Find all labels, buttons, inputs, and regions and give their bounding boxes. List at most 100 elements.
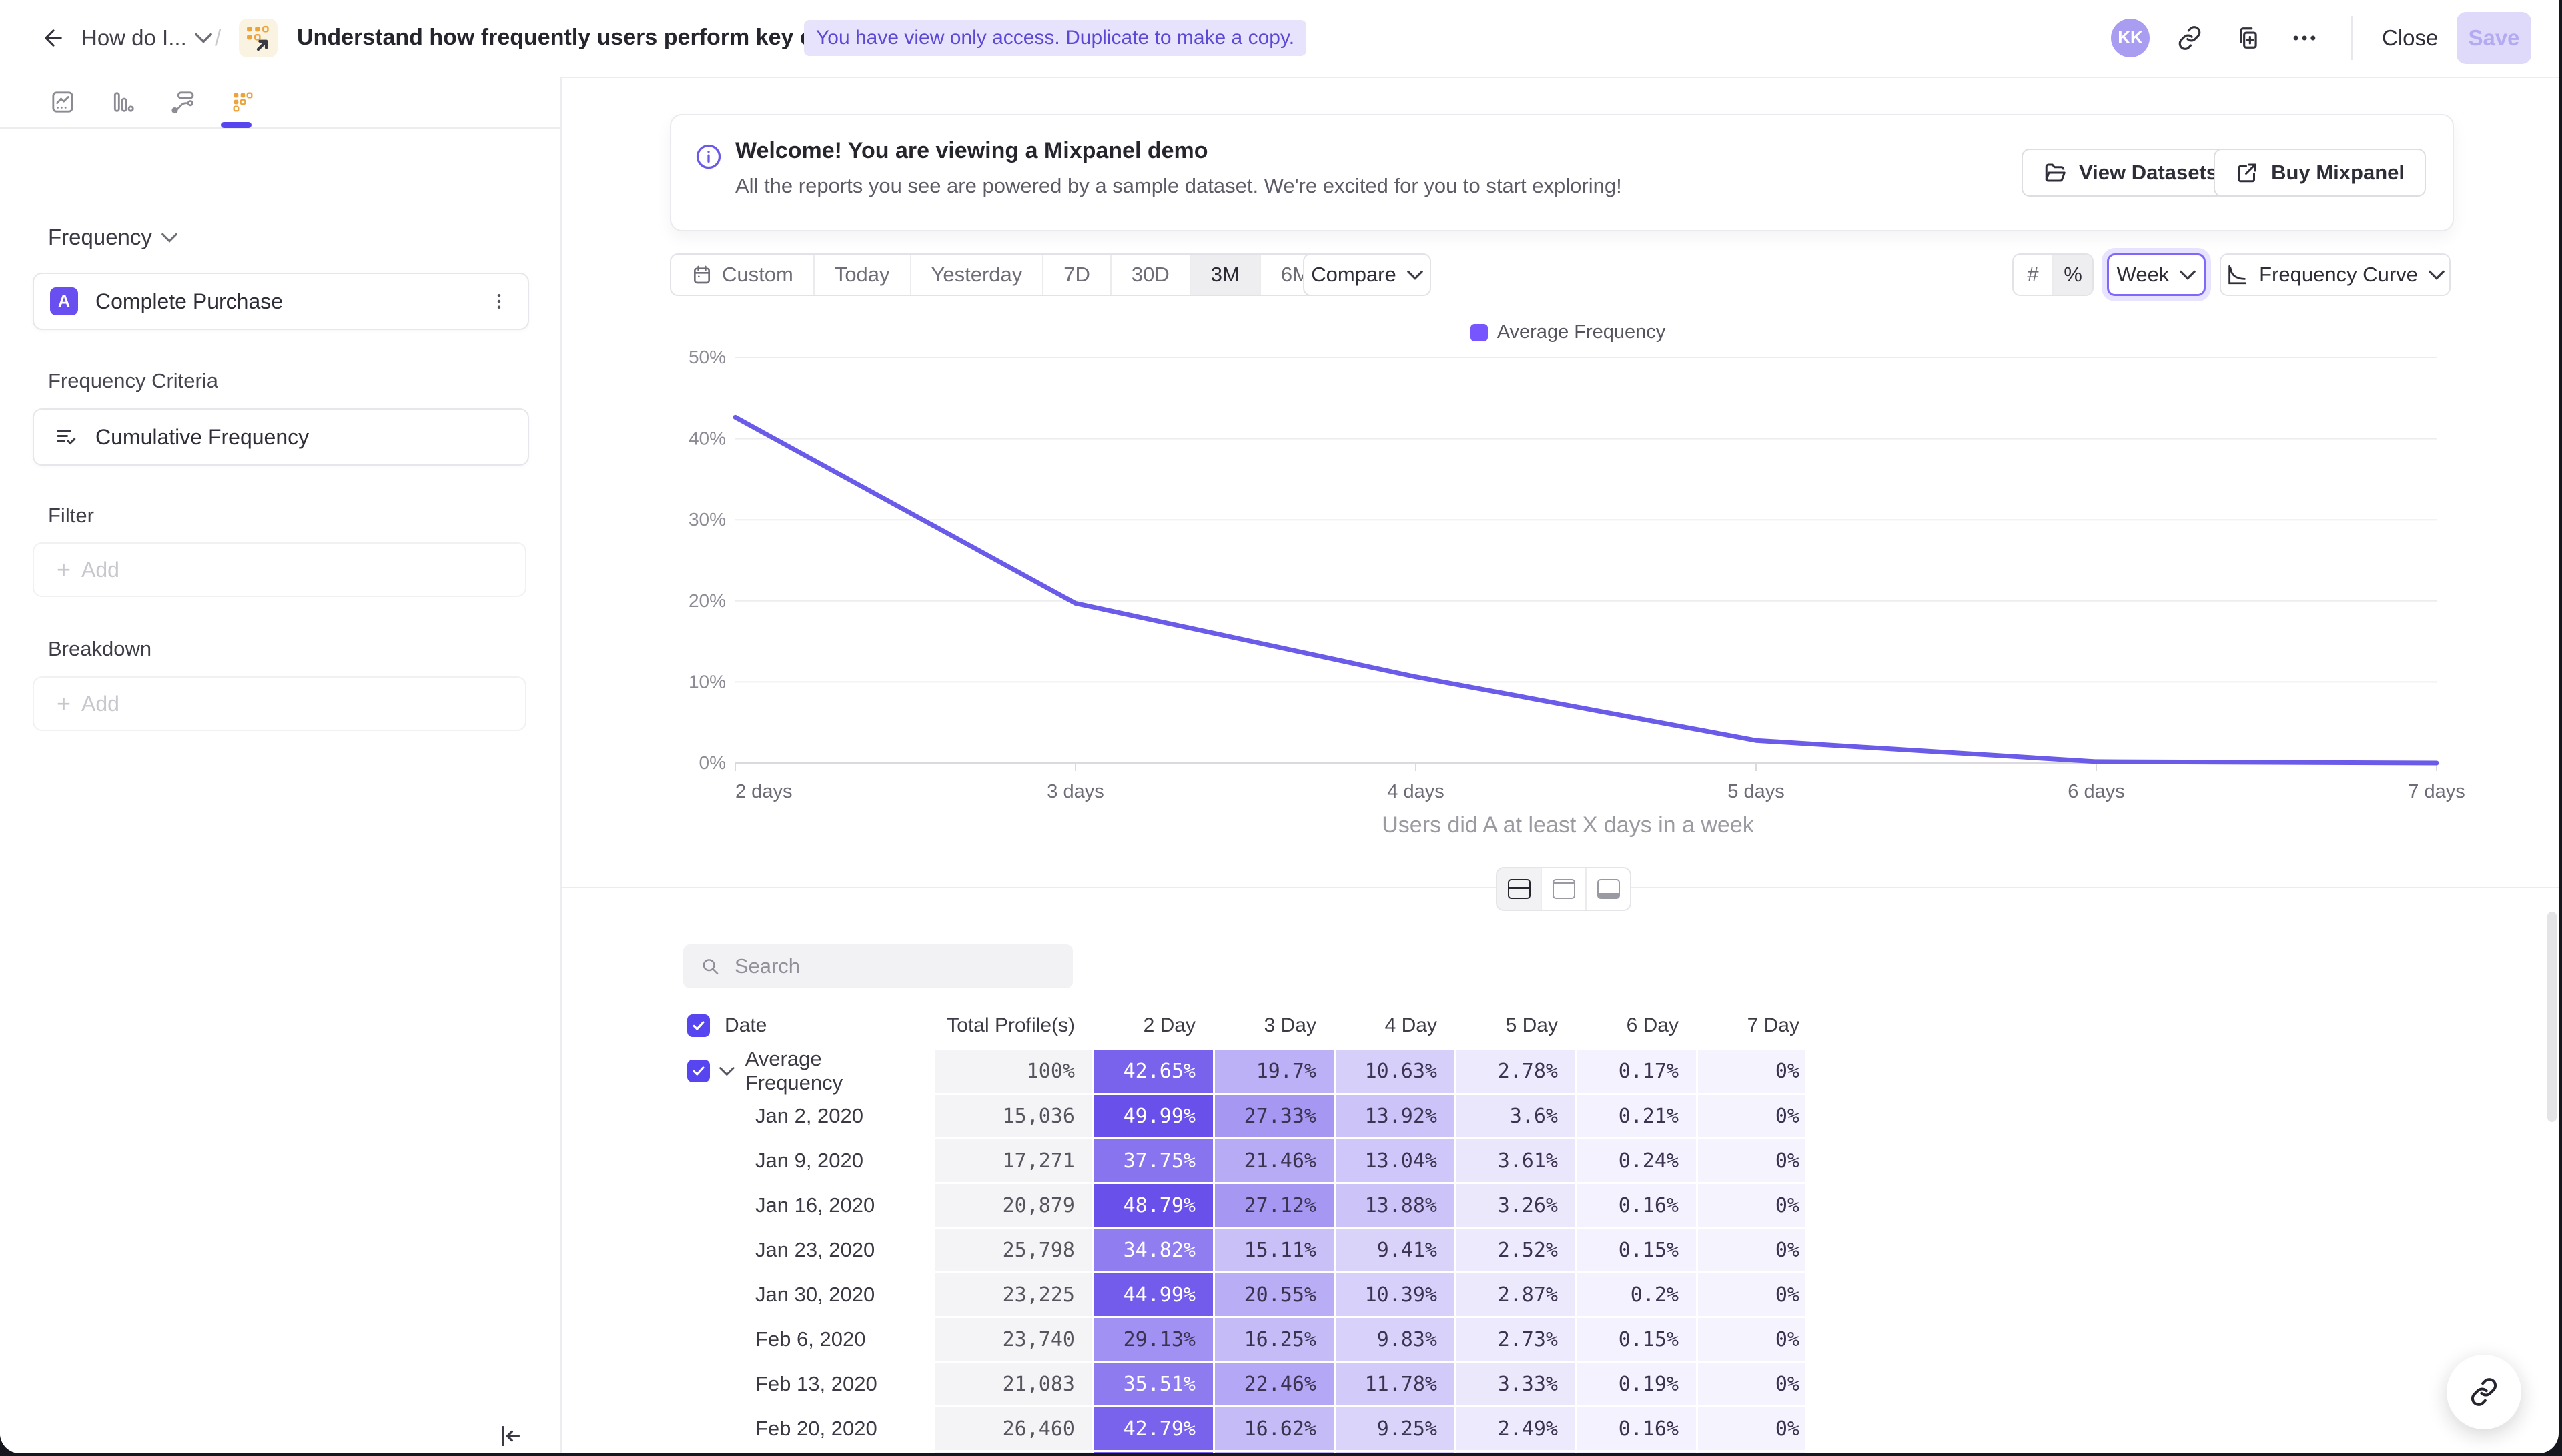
percent-toggle[interactable]: % [2054,255,2092,295]
share-link-fab[interactable] [2447,1355,2521,1429]
value-cell[interactable]: 3.33% [1456,1363,1575,1405]
value-cell[interactable]: 42.65% [1094,1050,1213,1093]
value-cell[interactable]: 48.79% [1094,1184,1213,1227]
value-cell[interactable]: 2.87% [1456,1273,1575,1316]
event-kebab-button[interactable] [470,291,528,311]
range-today[interactable]: Today [815,255,911,295]
value-cell[interactable]: 0% [1698,1407,1805,1450]
tab-flows[interactable] [163,82,203,122]
value-cell[interactable]: 15.11% [1215,1229,1334,1271]
frequency-curve-chart[interactable]: 0%10%20%30%40%50%2 days3 days4 days5 day… [681,333,2482,811]
tab-insights[interactable] [43,82,83,122]
breadcrumb[interactable]: How do I... [81,0,212,75]
column-header[interactable]: Total Profile(s) [935,1011,1092,1040]
collapse-sidebar-button[interactable] [488,1415,531,1453]
close-button[interactable]: Close [2382,0,2438,75]
value-cell[interactable]: 19.7% [1215,1050,1334,1093]
value-cell[interactable]: 27.33% [1215,1095,1334,1137]
value-cell[interactable]: 37.75% [1094,1139,1213,1182]
value-cell[interactable]: 0.15% [1577,1318,1696,1361]
more-options-button[interactable] [2284,0,2324,75]
value-cell[interactable]: 9.25% [1336,1407,1454,1450]
value-cell[interactable]: 10.63% [1336,1050,1454,1093]
value-cell[interactable]: 20.55% [1215,1273,1334,1316]
value-cell[interactable]: 0.19% [1577,1363,1696,1405]
value-cell[interactable]: 2.78% [1456,1050,1575,1093]
value-cell[interactable]: 0.21% [1577,1095,1696,1137]
back-button[interactable] [35,0,72,75]
search-input[interactable] [733,954,1055,979]
row-checkbox[interactable] [687,1060,710,1082]
duplicate-button[interactable] [2228,0,2268,75]
range-custom[interactable]: Custom [671,255,815,295]
value-cell[interactable]: 16.25% [1215,1318,1334,1361]
copy-link-button[interactable] [2170,0,2210,75]
value-cell[interactable]: 10.39% [1336,1273,1454,1316]
chart-view-button[interactable] [1542,868,1587,910]
value-cell[interactable]: 11.78% [1336,1363,1454,1405]
value-cell[interactable]: 0% [1698,1095,1805,1137]
split-view-button[interactable] [1497,868,1542,910]
value-cell[interactable]: 0% [1698,1050,1805,1093]
column-header[interactable]: 3 Day [1215,1011,1334,1040]
value-cell[interactable]: 44.99% [1094,1273,1213,1316]
value-cell[interactable]: 3.61% [1456,1139,1575,1182]
view-datasets-button[interactable]: View Datasets [2022,149,2239,197]
compare-button[interactable]: Compare [1303,253,1431,296]
table-search[interactable] [683,944,1073,988]
breakdown-add-button[interactable]: + Add [33,676,526,731]
value-cell[interactable]: 0% [1698,1229,1805,1271]
value-cell[interactable]: 0.17% [1577,1050,1696,1093]
value-cell[interactable]: 0.2% [1577,1273,1696,1316]
value-cell[interactable]: 0% [1698,1184,1805,1227]
view-only-badge[interactable]: You have view only access. Duplicate to … [804,0,1306,75]
value-cell[interactable]: 0% [1698,1363,1805,1405]
value-cell[interactable]: 9.41% [1336,1229,1454,1271]
column-header[interactable]: 5 Day [1456,1011,1575,1040]
table-view-button[interactable] [1587,868,1630,910]
interval-dropdown[interactable]: Week [2107,253,2206,296]
value-cell[interactable]: 0% [1698,1318,1805,1361]
tab-funnels[interactable] [103,82,143,122]
value-cell[interactable]: 3.26% [1456,1184,1575,1227]
scrollbar-thumb[interactable] [2547,912,2557,1122]
frequency-section-header[interactable]: Frequency [48,225,177,250]
value-cell[interactable]: 0% [1698,1139,1805,1182]
value-cell[interactable]: 3.6% [1456,1095,1575,1137]
value-cell[interactable]: 35.51% [1094,1363,1213,1405]
save-button[interactable]: Save [2457,12,2531,64]
value-cell[interactable]: 13.92% [1336,1095,1454,1137]
chart-type-dropdown[interactable]: Frequency Curve [2220,253,2451,296]
value-cell[interactable]: 34.82% [1094,1229,1213,1271]
value-cell[interactable]: 9.83% [1336,1318,1454,1361]
column-header[interactable]: 7 Day [1698,1011,1805,1040]
value-cell[interactable]: 2.52% [1456,1229,1575,1271]
value-cell[interactable]: 16.62% [1215,1407,1334,1450]
value-cell[interactable]: 2.73% [1456,1318,1575,1361]
avatar[interactable]: KK [2111,0,2150,75]
value-cell[interactable]: 13.88% [1336,1184,1454,1227]
buy-mixpanel-button[interactable]: Buy Mixpanel [2214,149,2426,197]
value-cell[interactable]: 0% [1698,1273,1805,1316]
column-header[interactable]: 6 Day [1577,1011,1696,1040]
value-cell[interactable]: 49.99% [1094,1095,1213,1137]
value-cell[interactable]: 22.46% [1215,1363,1334,1405]
event-card[interactable]: A Complete Purchase [33,273,529,330]
value-cell[interactable]: 0.16% [1577,1407,1696,1450]
value-cell[interactable]: 27.12% [1215,1184,1334,1227]
value-cell[interactable]: 29.13% [1094,1318,1213,1361]
value-cell[interactable]: 13.04% [1336,1139,1454,1182]
filter-add-button[interactable]: + Add [33,542,526,597]
range-7d[interactable]: 7D [1043,255,1112,295]
column-header[interactable]: 2 Day [1094,1011,1213,1040]
range-3m[interactable]: 3M [1191,255,1261,295]
criteria-card[interactable]: Cumulative Frequency [33,408,529,466]
value-cell[interactable]: 42.79% [1094,1407,1213,1450]
value-cell[interactable]: 0.15% [1577,1229,1696,1271]
value-cell[interactable]: 2.49% [1456,1407,1575,1450]
range-yesterday[interactable]: Yesterday [911,255,1044,295]
value-cell[interactable]: 21.46% [1215,1139,1334,1182]
select-all-checkbox[interactable] [687,1014,710,1037]
column-header[interactable]: 4 Day [1336,1011,1454,1040]
tab-retention-frequency[interactable] [223,82,263,122]
